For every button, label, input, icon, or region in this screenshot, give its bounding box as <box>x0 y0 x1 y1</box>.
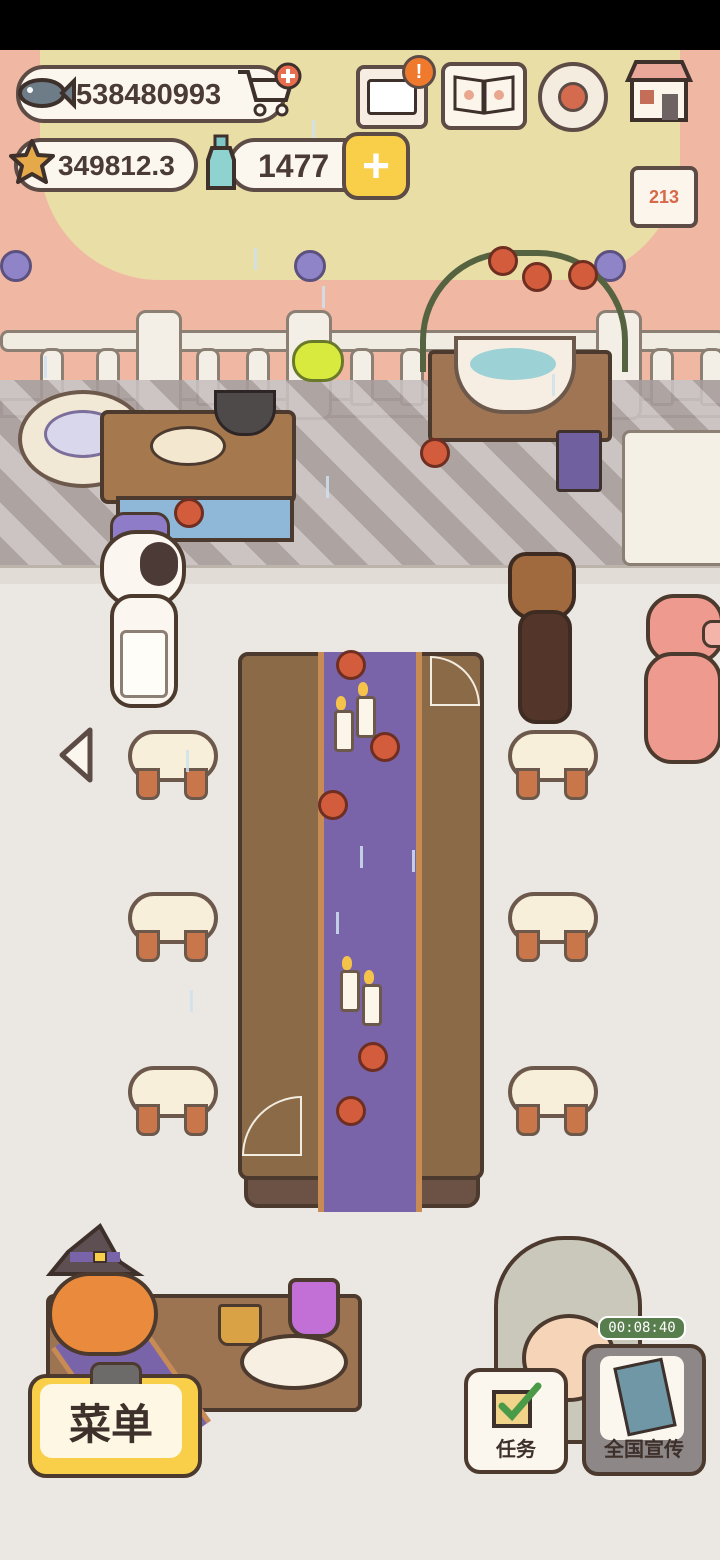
rose-decoration <box>174 498 204 528</box>
candle-flame <box>364 970 374 984</box>
stool[interactable] <box>508 730 598 800</box>
cart-add-icon[interactable] <box>236 62 302 118</box>
star-currency-display: 349812.3 <box>9 138 198 192</box>
rose-decoration <box>358 1042 388 1072</box>
side-counter[interactable] <box>622 430 720 566</box>
add-currency-button[interactable]: + <box>342 132 410 200</box>
raindrop <box>190 990 193 1012</box>
menu-button-label: 菜单 <box>40 1384 182 1458</box>
candle <box>362 984 382 1026</box>
candle-flame <box>336 696 346 710</box>
cobweb <box>242 1096 302 1156</box>
rose-decoration <box>336 650 366 680</box>
raindrop <box>322 286 325 308</box>
candle-flame <box>358 682 368 696</box>
task-button[interactable]: 任务 <box>464 1368 568 1474</box>
gear-icon <box>558 82 588 112</box>
rose-decoration <box>568 260 598 290</box>
shop-button[interactable] <box>622 58 696 129</box>
green-lamp <box>292 340 344 382</box>
cobweb <box>430 656 480 706</box>
recipe-book-icon <box>451 71 517 122</box>
mail-button[interactable]: ! <box>356 55 436 129</box>
stool[interactable] <box>128 730 218 800</box>
raindrop <box>326 476 329 498</box>
lantern <box>556 430 602 492</box>
ranking-button[interactable]: 213 <box>630 166 698 228</box>
rose-decoration <box>370 732 400 762</box>
fish-currency-value: 538480993 <box>76 79 222 111</box>
plus-icon: + <box>361 139 391 193</box>
pumpkin <box>48 1272 158 1356</box>
stool[interactable] <box>508 892 598 962</box>
promo-button-label: 全国宣传 <box>604 1437 684 1461</box>
settings-button[interactable] <box>538 62 608 132</box>
raindrop <box>254 248 257 270</box>
stool[interactable] <box>508 1066 598 1136</box>
raindrop <box>336 912 339 934</box>
bucket <box>218 1304 262 1346</box>
raindrop <box>186 750 189 772</box>
recipe-book-button[interactable] <box>441 62 527 130</box>
bottle-icon <box>204 134 238 194</box>
dog-customer[interactable] <box>502 552 576 724</box>
prep-table[interactable] <box>100 390 296 504</box>
rose-decoration <box>318 790 348 820</box>
rose-decoration <box>336 1096 366 1126</box>
oven-timer: 00:08:40 <box>598 1316 686 1340</box>
candle-flame <box>342 956 352 970</box>
checkbox-icon <box>490 1382 544 1435</box>
fish-icon <box>12 71 76 115</box>
raindrop <box>552 374 555 396</box>
task-button-label: 任务 <box>496 1437 536 1461</box>
bottle-currency-value: 1477 <box>258 148 330 184</box>
candle <box>340 970 360 1012</box>
shop-icon <box>622 58 696 129</box>
star-currency-value: 349812.3 <box>58 150 175 181</box>
potion-flask <box>288 1278 340 1338</box>
star-icon <box>8 138 56 186</box>
stool[interactable] <box>128 892 218 962</box>
ranking-podium-icon: 213 <box>648 186 680 207</box>
rose-decoration <box>420 438 450 468</box>
notification-badge: ! <box>402 55 436 89</box>
raindrop <box>360 846 363 868</box>
raindrop <box>44 356 47 378</box>
menu-button[interactable]: 菜单 <box>28 1362 202 1478</box>
national-promotion-button[interactable]: 全国宣传 <box>582 1344 706 1476</box>
purple-orb <box>294 250 326 282</box>
stool[interactable] <box>128 1066 218 1136</box>
left-arrow-icon <box>56 727 96 788</box>
rose-decoration <box>488 246 518 276</box>
candle <box>334 710 354 752</box>
chef-cat[interactable] <box>100 512 186 710</box>
rose-decoration <box>522 262 552 292</box>
purple-orb <box>0 250 32 282</box>
candle <box>356 696 376 738</box>
raindrop <box>412 850 415 872</box>
pig-customer[interactable] <box>636 594 720 764</box>
scroll-left-button[interactable] <box>56 726 96 784</box>
